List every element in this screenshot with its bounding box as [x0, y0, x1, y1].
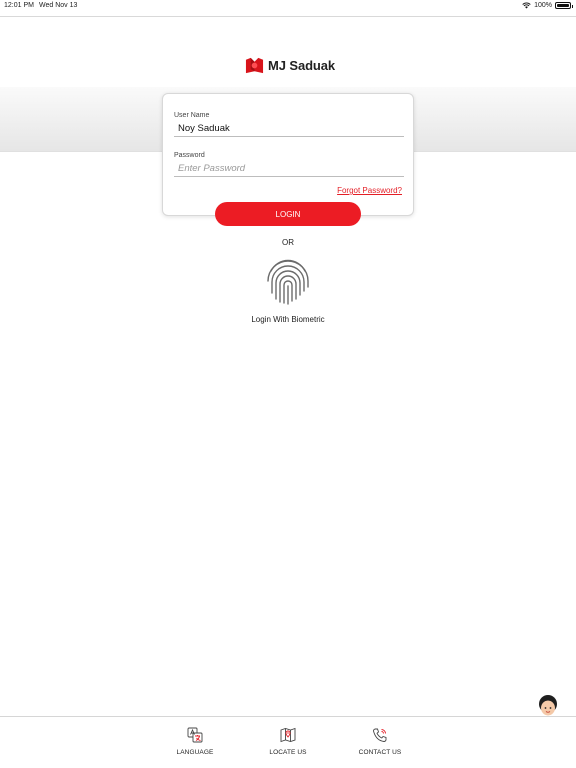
- bottom-navigation: LANGUAGE LOCATE US CONTACT US: [0, 716, 576, 768]
- biometric-login-label[interactable]: Login With Biometric: [0, 315, 576, 324]
- nav-contact-us-label: CONTACT US: [358, 749, 402, 756]
- username-label: User Name: [174, 112, 210, 119]
- phone-icon: [373, 728, 387, 742]
- logo-mark-icon: [245, 57, 264, 74]
- battery-percentage: 100%: [534, 2, 552, 9]
- login-screen: 12:01 PM Wed Nov 13 100% MJ Saduak User …: [0, 0, 576, 768]
- or-separator: OR: [282, 238, 294, 247]
- username-input[interactable]: Noy Saduak: [178, 123, 230, 134]
- nav-language-label: LANGUAGE: [176, 749, 214, 756]
- status-indicators: 100%: [522, 2, 573, 9]
- forgot-password-link[interactable]: Forgot Password?: [337, 186, 402, 195]
- fingerprint-icon[interactable]: [265, 257, 311, 305]
- status-time: 12:01 PM: [4, 2, 34, 9]
- language-icon: [187, 727, 203, 743]
- login-card: User Name Noy Saduak Password Enter Pass…: [162, 93, 414, 216]
- status-divider: [0, 16, 576, 17]
- login-button[interactable]: LOGIN: [215, 202, 361, 226]
- map-icon: [280, 727, 296, 743]
- password-underline: [174, 176, 404, 177]
- nav-contact-us[interactable]: CONTACT US: [345, 727, 415, 756]
- username-underline: [174, 136, 404, 137]
- nav-locate-us[interactable]: LOCATE US: [253, 727, 323, 756]
- password-input[interactable]: Enter Password: [178, 163, 245, 174]
- battery-icon: [555, 2, 573, 9]
- password-label: Password: [174, 152, 205, 159]
- status-date: Wed Nov 13: [39, 2, 78, 9]
- wifi-icon: [522, 2, 531, 9]
- brand-logo: MJ Saduak: [245, 56, 335, 75]
- nav-locate-us-label: LOCATE US: [269, 749, 307, 756]
- status-bar: 12:01 PM Wed Nov 13 100%: [0, 0, 576, 14]
- brand-name: MJ Saduak: [268, 58, 336, 73]
- nav-language[interactable]: LANGUAGE: [160, 727, 230, 756]
